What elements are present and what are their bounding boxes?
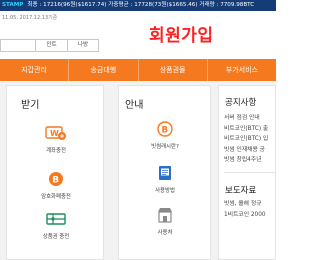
guide-how-to-use[interactable]: 사용방법	[135, 164, 195, 194]
guide-item-label: 빗썸래시란?	[151, 144, 179, 150]
store-icon	[153, 206, 177, 224]
guide-usage-places[interactable]: 사용처	[135, 206, 195, 236]
svg-text:B: B	[52, 176, 59, 186]
svg-text:W: W	[50, 129, 59, 138]
receive-item-label: 상품권 충전	[42, 234, 70, 240]
guide-card: 안내 B 빗썸래시란? 사용방법 사용처	[118, 85, 211, 260]
date-label: 11.05, 2017.12.13기준	[2, 15, 58, 21]
won-card-icon: W	[44, 124, 68, 142]
press-list: 빗썸, 올해 정규 1비트코인 2000	[224, 199, 284, 220]
nav-wallet[interactable]: 지갑관리	[0, 59, 70, 81]
guide-title: 안내	[125, 100, 144, 111]
notice-card: 공지사항 서버 점검 안내 비트코인(BTC) 출 비트코인(BTC) 입 빗썸…	[218, 85, 276, 260]
main-nav: 지갑관리 송금대행 상품권몰 부가서비스	[0, 59, 276, 81]
ticker-text: 최종 : 17216(96원($1617.74) 가중평균 : 17728(73…	[27, 2, 255, 8]
notice-item[interactable]: 서버 점검 안내	[224, 113, 284, 124]
notice-title: 공지사항	[225, 98, 257, 108]
bitcoin-coin-icon: B	[44, 170, 68, 188]
guide-item-label: 사용방법	[155, 188, 175, 194]
ticker-brand: STAMP	[2, 2, 24, 8]
price-ticker: STAMP 최종 : 17216(96원($1617.74) 가중평균 : 177…	[0, 0, 276, 11]
notice-item[interactable]: 빗썸 인재채용 공	[224, 145, 284, 156]
tab-3[interactable]: 나방	[67, 39, 99, 52]
receive-account-charge[interactable]: W 계좌충전	[26, 124, 86, 154]
guide-item-label: 사용처	[157, 230, 173, 236]
gift-card-icon	[44, 210, 68, 228]
nav-remittance[interactable]: 송금대행	[69, 59, 139, 81]
notice-item[interactable]: 빗썸 창립4주년	[224, 155, 284, 166]
tab-1[interactable]	[0, 39, 35, 52]
notice-item[interactable]: 비트코인(BTC) 출	[224, 124, 284, 135]
receive-crypto-charge[interactable]: B 암호화폐충전	[26, 170, 86, 200]
signup-title[interactable]: 회원가입	[149, 21, 214, 46]
press-item[interactable]: 1비트코인 2000	[224, 210, 284, 221]
receive-title: 받기	[21, 100, 40, 111]
section-divider	[224, 172, 276, 173]
press-title: 보도자료	[225, 186, 257, 196]
guide-about[interactable]: B 빗썸래시란?	[135, 120, 195, 150]
notice-list: 서버 점검 안내 비트코인(BTC) 출 비트코인(BTC) 입 빗썸 인재채용…	[224, 113, 284, 166]
press-item[interactable]: 빗썸, 올해 정규	[224, 199, 284, 210]
tab-2[interactable]: 인트	[35, 39, 67, 52]
receive-item-label: 암호화폐충전	[41, 194, 71, 200]
notice-item[interactable]: 비트코인(BTC) 입	[224, 134, 284, 145]
bitcoin-info-icon: B	[153, 120, 177, 138]
svg-text:B: B	[162, 126, 168, 136]
receive-item-label: 계좌충전	[46, 148, 66, 154]
nav-extra-services[interactable]: 부가서비스	[208, 59, 276, 81]
nav-giftcard-mall[interactable]: 상품권몰	[139, 59, 208, 81]
receive-card: 받기 W 계좌충전 B 암호화폐충전 상품권 충전	[6, 85, 104, 260]
tab-bar: 인트 나방	[0, 39, 99, 53]
manual-book-icon	[153, 164, 177, 182]
receive-giftcard-charge[interactable]: 상품권 충전	[26, 210, 86, 240]
